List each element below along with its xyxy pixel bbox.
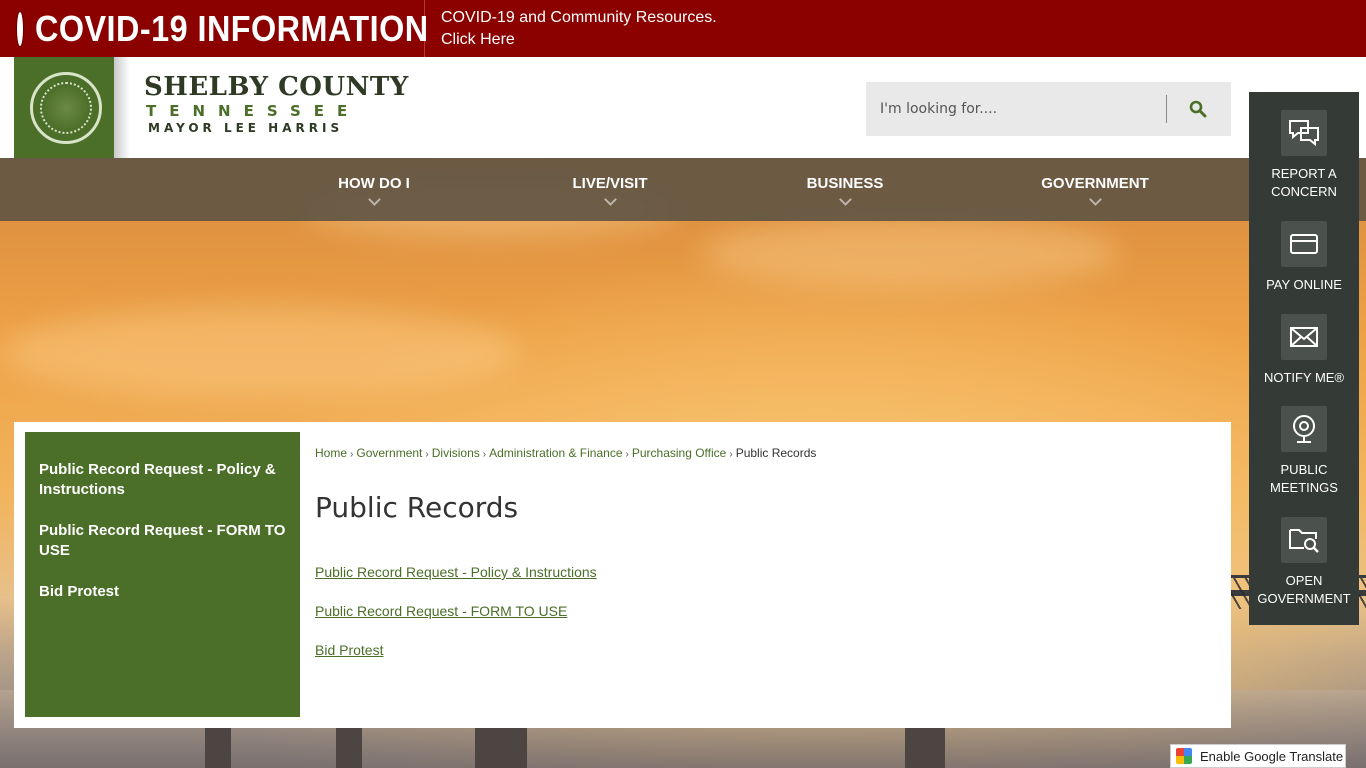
folder-search-icon xyxy=(1289,529,1319,553)
envelope-icon xyxy=(1290,327,1318,347)
breadcrumb: Home › Government › Divisions › Administration… xyxy=(315,446,816,460)
google-translate-button[interactable]: Enable Google Translate xyxy=(1170,744,1346,768)
translate-label: Enable Google Translate xyxy=(1200,748,1344,764)
page-title: Public Records xyxy=(315,491,519,524)
sidebar-nav: Public Record Request - Policy & Instruc… xyxy=(25,432,300,717)
quick-link-notify-me[interactable]: NOTIFY ME® xyxy=(1249,314,1359,387)
quick-link-label: NOTIFY ME® xyxy=(1263,370,1345,385)
bridge-pillar xyxy=(905,728,945,768)
alert-dot-icon xyxy=(17,11,23,46)
quick-link-label: PAY ONLINE xyxy=(1266,277,1342,292)
breadcrumb-separator: › xyxy=(625,449,629,460)
breadcrumb-admin-finance[interactable]: Administration & Finance xyxy=(489,446,622,460)
link-policy-instructions[interactable]: Public Record Request - Policy & Instruc… xyxy=(315,564,816,580)
webcam-icon xyxy=(1293,415,1315,443)
nav-label: LIVE/VISIT xyxy=(572,175,648,192)
quick-link-pay-online[interactable]: PAY ONLINE xyxy=(1249,221,1359,294)
chat-bubbles-icon xyxy=(1289,120,1319,147)
chevron-down-icon xyxy=(838,193,852,206)
brand-wordmark[interactable]: SHELBY COUNTY TENNESSEE MAYOR LEE HARRIS xyxy=(144,72,409,136)
covid-title: COVID-19 INFORMATION xyxy=(35,7,429,49)
main-nav: HOW DO I LIVE/VISIT BUSINESS GOVERNMENT xyxy=(0,158,1366,221)
quick-link-label: REPORT A CONCERN xyxy=(1271,166,1337,199)
chevron-down-icon xyxy=(603,193,617,206)
link-form-to-use[interactable]: Public Record Request - FORM TO USE xyxy=(315,603,816,619)
seal-icon xyxy=(30,71,102,144)
breadcrumb-separator: › xyxy=(425,449,429,460)
bridge-pillar xyxy=(475,728,527,768)
search-button[interactable] xyxy=(1167,82,1229,136)
nav-label: BUSINESS xyxy=(806,175,884,192)
breadcrumb-government[interactable]: Government xyxy=(356,446,422,460)
bridge-pillar xyxy=(336,728,362,768)
breadcrumb-separator: › xyxy=(482,449,487,460)
search-bar xyxy=(866,82,1231,136)
nav-item-business[interactable]: BUSINESS xyxy=(790,158,900,221)
breadcrumb-purchasing[interactable]: Purchasing Office xyxy=(632,446,727,460)
covid-message: COVID-19 and Community Resources. xyxy=(441,9,717,26)
chevron-down-icon xyxy=(1088,193,1102,206)
covid-title-link[interactable]: COVID-19 INFORMATION xyxy=(0,0,428,57)
covid-message-link[interactable]: COVID-19 and Community Resources. Click … xyxy=(441,7,717,51)
covid-banner: COVID-19 INFORMATION COVID-19 and Commun… xyxy=(0,0,1366,57)
breadcrumb-divisions[interactable]: Divisions xyxy=(432,446,480,460)
main-content: Home › Government › Divisions › Administration… xyxy=(315,446,816,681)
nav-item-government[interactable]: GOVERNMENT xyxy=(1030,158,1160,221)
brand-mayor: MAYOR LEE HARRIS xyxy=(148,121,344,135)
sidebar-item-policy-instructions[interactable]: Public Record Request - Policy & Instruc… xyxy=(39,460,286,500)
search-icon xyxy=(1189,100,1207,118)
quick-link-label: PUBLIC MEETINGS xyxy=(1270,462,1338,495)
brand-state: TENNESSEE xyxy=(146,102,361,120)
content-card: Public Record Request - Policy & Instruc… xyxy=(14,422,1231,728)
chevron-down-icon xyxy=(367,193,381,206)
county-seal-logo[interactable] xyxy=(14,57,118,158)
sidebar-item-bid-protest[interactable]: Bid Protest xyxy=(39,582,286,602)
link-bid-protest[interactable]: Bid Protest xyxy=(315,642,816,658)
quick-link-report-concern[interactable]: REPORT A CONCERN xyxy=(1249,110,1359,201)
logo-divider xyxy=(114,57,130,158)
google-translate-icon xyxy=(1176,748,1192,764)
document-links: Public Record Request - Policy & Instruc… xyxy=(315,564,816,658)
breadcrumb-separator: › xyxy=(350,449,354,460)
credit-card-icon xyxy=(1290,234,1318,254)
nav-label: GOVERNMENT xyxy=(1041,175,1149,192)
nav-item-live-visit[interactable]: LIVE/VISIT xyxy=(556,158,664,221)
nav-label: HOW DO I xyxy=(338,175,410,192)
quick-link-public-meetings[interactable]: PUBLIC MEETINGS xyxy=(1249,406,1359,497)
brand-name: SHELBY COUNTY xyxy=(144,72,409,102)
covid-click-here: Click Here xyxy=(441,31,515,48)
bridge-pillar xyxy=(205,728,231,768)
breadcrumb-separator: › xyxy=(729,449,733,460)
breadcrumb-current: Public Records xyxy=(735,446,817,460)
quick-links-panel: REPORT A CONCERN PAY ONLINE NOTIFY ME® P… xyxy=(1249,92,1359,625)
quick-link-open-government[interactable]: OPEN GOVERNMENT xyxy=(1249,517,1359,608)
quick-link-label: OPEN GOVERNMENT xyxy=(1257,573,1351,606)
site-header: SHELBY COUNTY TENNESSEE MAYOR LEE HARRIS xyxy=(0,57,1366,158)
search-input[interactable] xyxy=(866,82,1166,136)
breadcrumb-home[interactable]: Home xyxy=(315,446,347,460)
nav-item-how-do-i[interactable]: HOW DO I xyxy=(318,158,430,221)
sidebar-item-form-to-use[interactable]: Public Record Request - FORM TO USE xyxy=(39,521,286,561)
